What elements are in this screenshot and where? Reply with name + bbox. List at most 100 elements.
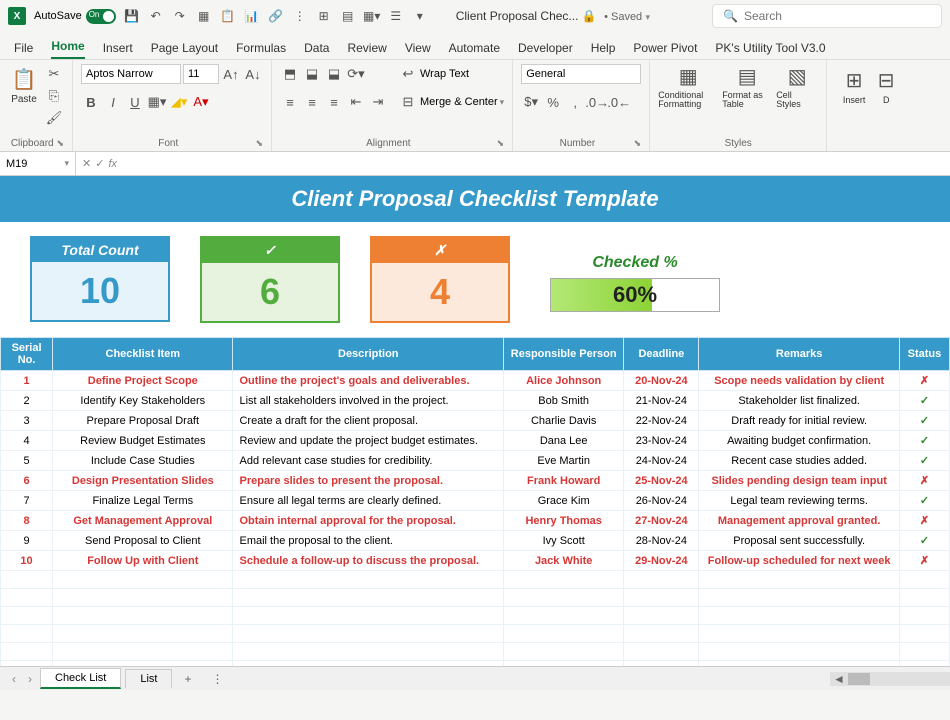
number-launcher-icon[interactable]: ⬊ [634,138,642,149]
search-box[interactable]: 🔍 [712,4,942,28]
font-launcher-icon[interactable]: ⬊ [255,138,263,149]
alignment-launcher-icon[interactable]: ⬊ [497,138,505,149]
format-as-table-button[interactable]: ▤Format as Table [722,64,772,108]
tab-home[interactable]: Home [51,35,84,59]
copy-icon[interactable]: ⎘ [44,86,64,106]
fill-color-button[interactable]: ◢▾ [169,92,189,112]
undo-icon[interactable]: ↶ [148,8,164,24]
qat-filter-icon[interactable]: ⋮ [292,8,308,24]
tab-help[interactable]: Help [591,37,616,59]
font-color-button[interactable]: A▾ [191,92,211,112]
table-row[interactable]: 3Prepare Proposal DraftCreate a draft fo… [1,411,950,431]
table-row[interactable]: 10Follow Up with ClientSchedule a follow… [1,551,950,571]
table-row-empty[interactable] [1,607,950,625]
tab-utility-tool[interactable]: PK's Utility Tool V3.0 [715,37,825,59]
cut-icon[interactable]: ✂ [44,64,64,84]
sheet-nav-prev-icon[interactable]: ‹ [8,672,20,686]
delete-cells-button[interactable]: ⊟D [877,64,895,108]
tab-developer[interactable]: Developer [518,37,573,59]
save-icon[interactable]: 💾 [124,8,140,24]
table-row[interactable]: 9Send Proposal to ClientEmail the propos… [1,531,950,551]
sheet-more-icon[interactable]: ⋮ [204,672,232,686]
italic-button[interactable]: I [103,92,123,112]
tab-view[interactable]: View [405,37,431,59]
toggle-switch-icon[interactable]: On [86,9,116,24]
cancel-formula-icon[interactable]: ✕ [82,157,91,170]
border-button[interactable]: ▦▾ [147,92,167,112]
name-box[interactable]: ▾ [0,152,76,175]
increase-font-icon[interactable]: A↑ [221,64,241,84]
table-row[interactable]: 7Finalize Legal TermsEnsure all legal te… [1,491,950,511]
clipboard-launcher-icon[interactable]: ⬊ [56,138,64,149]
bold-button[interactable]: B [81,92,101,112]
align-middle-icon[interactable]: ⬓ [302,64,322,84]
sheet-nav-next-icon[interactable]: › [24,672,36,686]
redo-icon[interactable]: ↷ [172,8,188,24]
tab-file[interactable]: File [14,37,33,59]
align-right-icon[interactable]: ≡ [324,92,344,112]
worksheet[interactable]: Client Proposal Checklist Template Total… [0,176,950,666]
orientation-icon[interactable]: ⟳▾ [346,64,366,84]
saved-indicator[interactable]: • Saved [604,11,642,23]
horizontal-scrollbar[interactable]: ◄ [830,672,950,686]
qat-list-icon[interactable]: ☰ [388,8,404,24]
cell-styles-button[interactable]: ▧Cell Styles [776,64,818,108]
sheet-tab-checklist[interactable]: Check List [40,668,121,689]
tab-formulas[interactable]: Formulas [236,37,286,59]
fx-icon[interactable]: fx [108,158,117,170]
tab-power-pivot[interactable]: Power Pivot [633,37,697,59]
search-input[interactable] [744,9,931,23]
wrap-text-button[interactable]: ↩Wrap Text [398,64,504,84]
table-row-empty[interactable] [1,571,950,589]
number-format-select[interactable] [521,64,641,84]
insert-cells-button[interactable]: ⊞Insert [835,64,873,108]
tab-page-layout[interactable]: Page Layout [151,37,218,59]
tab-insert[interactable]: Insert [103,37,133,59]
qat-link-icon[interactable]: 🔗 [268,8,284,24]
decrease-indent-icon[interactable]: ⇤ [346,92,366,112]
qat-pivot-icon[interactable]: ▦▾ [364,8,380,24]
add-sheet-button[interactable]: + [176,672,199,686]
decrease-font-icon[interactable]: A↓ [243,64,263,84]
paste-button[interactable]: 📋Paste [8,64,40,108]
font-size-select[interactable] [183,64,219,84]
enter-formula-icon[interactable]: ✓ [95,157,104,170]
format-painter-icon[interactable]: 🖌 [44,108,64,128]
table-row[interactable]: 6Design Presentation SlidesPrepare slide… [1,471,950,491]
qat-chart-icon[interactable]: 📊 [244,8,260,24]
scroll-thumb[interactable] [848,673,870,685]
increase-decimal-icon[interactable]: .0→ [587,92,607,112]
tab-automate[interactable]: Automate [449,37,500,59]
table-row[interactable]: 8Get Management ApprovalObtain internal … [1,511,950,531]
align-left-icon[interactable]: ≡ [280,92,300,112]
table-row-empty[interactable] [1,643,950,661]
qat-cells-icon[interactable]: ▤ [340,8,356,24]
tab-data[interactable]: Data [304,37,329,59]
comma-icon[interactable]: , [565,92,585,112]
font-name-select[interactable] [81,64,181,84]
document-title[interactable]: Client Proposal Chec... 🔒 • Saved ▾ [456,9,650,23]
decrease-decimal-icon[interactable]: .0← [609,92,629,112]
table-row-empty[interactable] [1,625,950,643]
increase-indent-icon[interactable]: ⇥ [368,92,388,112]
qat-table-icon[interactable]: ⊞ [316,8,332,24]
qat-paste-icon[interactable]: 📋 [220,8,236,24]
formula-input[interactable] [123,158,950,170]
qat-dropdown-icon[interactable]: ▾ [412,8,428,24]
table-row[interactable]: 4Review Budget EstimatesReview and updat… [1,431,950,451]
merge-center-button[interactable]: ⊟Merge & Center▾ [398,92,504,112]
qat-grid-icon[interactable]: ▦ [196,8,212,24]
tab-review[interactable]: Review [347,37,386,59]
currency-icon[interactable]: $▾ [521,92,541,112]
checklist-table[interactable]: Serial No. Checklist Item Description Re… [0,337,950,666]
autosave-toggle[interactable]: AutoSave On [34,9,116,24]
table-row[interactable]: 2Identify Key StakeholdersList all stake… [1,391,950,411]
sheet-tab-list[interactable]: List [125,669,172,688]
align-center-icon[interactable]: ≡ [302,92,322,112]
underline-button[interactable]: U [125,92,145,112]
align-bottom-icon[interactable]: ⬓ [324,64,344,84]
percent-icon[interactable]: % [543,92,563,112]
table-row[interactable]: 1Define Project ScopeOutline the project… [1,371,950,391]
table-row-empty[interactable] [1,589,950,607]
align-top-icon[interactable]: ⬒ [280,64,300,84]
